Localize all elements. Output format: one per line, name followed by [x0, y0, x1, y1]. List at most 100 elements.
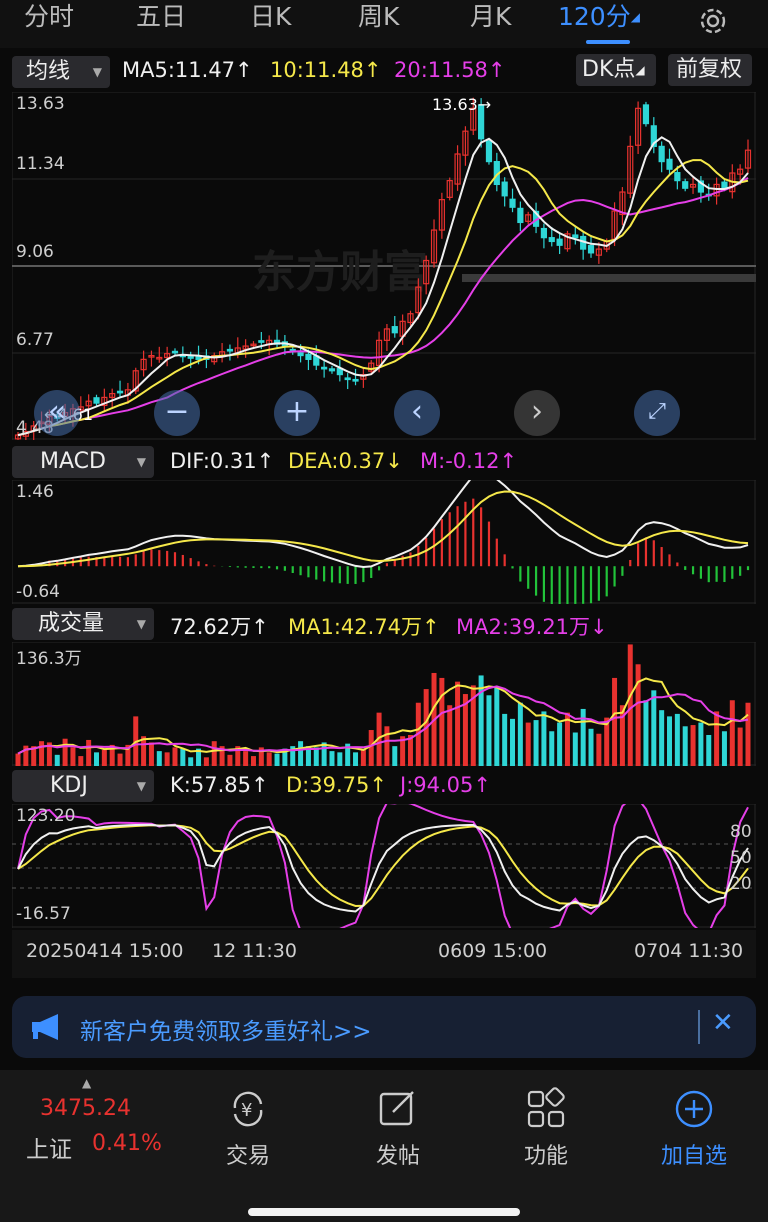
kdj-level-80: 80 [730, 822, 752, 842]
volume-bar [353, 752, 359, 766]
tab-120-min[interactable]: 120分◢ [558, 0, 650, 44]
candle [211, 352, 218, 365]
volume-bar [15, 753, 21, 766]
candle [666, 148, 673, 175]
volume-bar [557, 722, 563, 766]
volume-bar [588, 728, 594, 766]
macd-dea-value: DEA:0.37↓ [288, 449, 403, 473]
volume-bar [447, 705, 453, 766]
indicator-select[interactable]: 均线 ▼ [12, 56, 110, 88]
dk-point-button[interactable]: DK点◢ [576, 54, 656, 86]
tab-five-day[interactable]: 五日 [136, 0, 186, 40]
scroll-left-button[interactable]: ‹ [394, 390, 440, 436]
x-axis-label: 0704 11:30 [634, 940, 744, 962]
zoom-out-button[interactable]: − [154, 390, 200, 436]
kdj-chart [12, 804, 756, 928]
volume-bar [612, 677, 618, 766]
index-value[interactable]: 3475.24 [40, 1096, 131, 1121]
candle [682, 178, 689, 192]
ma10-value: 10:11.48↑ [270, 58, 382, 82]
volume-bar [54, 754, 60, 766]
candle [540, 223, 548, 249]
volume-bar [329, 751, 335, 766]
volume-bar [721, 731, 727, 766]
volume-bar [635, 664, 641, 766]
fullscreen-icon[interactable]: ⤢ [634, 390, 680, 436]
volume-bar [706, 734, 712, 766]
reference-band [462, 274, 756, 282]
candle [556, 232, 563, 255]
macd-select[interactable]: MACD ▼ [12, 446, 154, 478]
volume-bar [384, 726, 390, 766]
candle [140, 350, 147, 377]
volume-bar [455, 681, 461, 766]
index-change[interactable]: 0.41% [92, 1131, 162, 1156]
settings-gear-icon[interactable] [696, 4, 730, 38]
candle [171, 348, 179, 355]
candle [493, 152, 500, 192]
kdj-j-line [17, 804, 749, 928]
post-label: 发帖 [375, 1144, 420, 1169]
fast-back-button[interactable]: « [34, 390, 80, 436]
tab-monthly-k[interactable]: 月K [470, 0, 511, 40]
candle [156, 346, 163, 363]
kdj-level-20: 20 [730, 874, 752, 894]
ma20-value: 20:11.58↑ [394, 58, 506, 82]
tab-daily-k[interactable]: 日K [250, 0, 291, 40]
expand-up-icon[interactable]: ▲ [82, 1076, 91, 1090]
volume-bar [541, 711, 547, 766]
kdj-select[interactable]: KDJ ▼ [12, 770, 154, 802]
volume-bar [337, 752, 343, 766]
volume-select[interactable]: 成交量 ▼ [12, 608, 154, 640]
candle [462, 126, 469, 166]
y-axis-label: 6.77 [16, 330, 54, 350]
kdj-y-max: 123.20 [16, 806, 76, 826]
macd-chart [12, 480, 756, 604]
volume-bar [439, 677, 445, 766]
volume-bar [682, 726, 688, 766]
dropdown-arrow-icon: ▼ [136, 779, 146, 793]
volume-bar [203, 757, 209, 766]
price-adjust-button[interactable]: 前复权 [668, 54, 752, 86]
edit-post-icon [379, 1091, 414, 1126]
functions-label: 功能 [523, 1144, 568, 1169]
volume-bar [172, 747, 178, 766]
volume-y-max: 136.3万 [16, 649, 82, 669]
volume-bar [274, 753, 280, 766]
post-button[interactable]: 发帖 [348, 1086, 448, 1170]
candle [407, 310, 414, 326]
volume-bar [596, 733, 602, 766]
volume-bar [674, 713, 680, 766]
volume-bar [70, 747, 76, 766]
candle [501, 177, 508, 207]
zoom-in-button[interactable]: + [274, 390, 320, 436]
candle [438, 192, 445, 239]
candle [564, 230, 571, 252]
close-icon[interactable]: ✕ [712, 1008, 734, 1038]
x-axis-label: 20250414 15:00 [26, 940, 184, 962]
index-name[interactable]: 上证 [26, 1130, 72, 1164]
tab-weekly-k[interactable]: 周K [358, 0, 399, 40]
watermark: 东方财富 [252, 247, 428, 298]
candle [383, 324, 391, 352]
candle [744, 139, 752, 174]
candle [116, 380, 124, 397]
tab-intraday[interactable]: 分时 [24, 0, 74, 40]
macd-y-min: -0.64 [16, 582, 60, 602]
volume-bar [211, 741, 217, 766]
add-watchlist-button[interactable]: 加自选 [644, 1086, 744, 1170]
volume-bar [659, 710, 665, 766]
trade-button[interactable]: ¥ 交易 [198, 1086, 298, 1170]
promo-banner[interactable]: 新客户免费领取多重好礼>> ✕ [12, 996, 756, 1058]
volume-bar [266, 752, 272, 766]
scroll-right-button[interactable]: › [514, 390, 560, 436]
volume-bar [392, 746, 398, 766]
volume-bar [78, 756, 84, 766]
volume-bar [250, 756, 256, 766]
candle [93, 394, 100, 407]
dropdown-arrow-icon: ▼ [92, 65, 102, 79]
y-axis-label: 9.06 [16, 242, 54, 262]
candlestick-chart[interactable]: 东方财富 13.63→ ←4.61 [12, 92, 756, 440]
volume-bar [227, 754, 233, 766]
functions-button[interactable]: 功能 [496, 1086, 596, 1170]
